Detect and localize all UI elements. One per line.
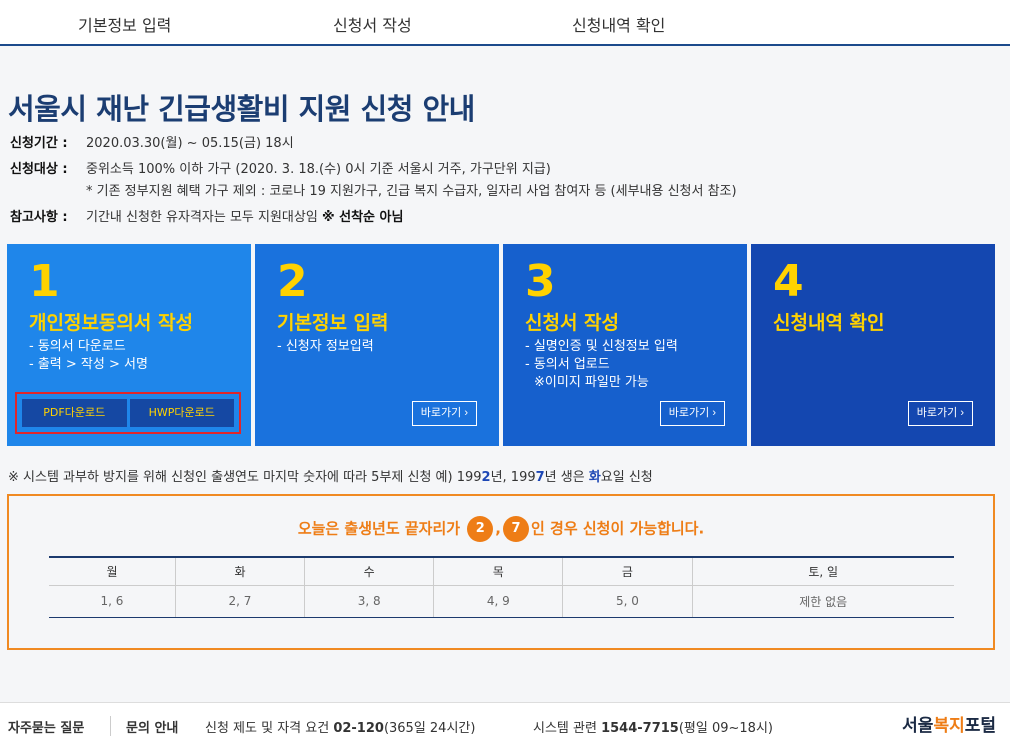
info-target-note: * 기존 정부지원 혜택 가구 제외 : 코로나 19 지원가구, 긴급 복지 …: [86, 184, 737, 199]
contact-label: 문의 안내: [126, 721, 179, 736]
step-card-4: 4 신청내역 확인 바로가기 ›: [751, 244, 995, 446]
today-comma: ,: [495, 519, 501, 538]
table-header: 화: [174, 556, 305, 586]
step-number: 3: [525, 256, 556, 307]
step-title: 신청내역 확인: [773, 312, 885, 334]
step-desc: - 실명인증 및 신청정보 입력 - 동의서 업로드 ※이미지 파일만 가능: [525, 338, 678, 392]
step-title: 개인정보동의서 작성: [29, 312, 193, 334]
portal-logo[interactable]: 서울복지포털: [902, 711, 996, 736]
table-header: 수: [304, 556, 434, 586]
download-box: PDF다운로드 HWP다운로드: [15, 392, 241, 434]
policy-hours: (365일 24시간): [383, 721, 476, 736]
desc-line: ※이미지 파일만 가능: [534, 375, 649, 390]
table-cell: 3, 8: [304, 585, 434, 618]
table-row: 1, 6 2, 7 3, 8 4, 9 5, 0 제한 없음: [49, 585, 954, 618]
note-value: 기간내 신청한 유자격자는 모두 지원대상임: [86, 210, 318, 225]
table-cell: 4, 9: [433, 585, 563, 618]
tab-basic-info[interactable]: 기본정보 입력: [78, 12, 171, 36]
step-desc: - 동의서 다운로드 - 출력 > 작성 > 서명: [29, 338, 148, 374]
table-header: 금: [562, 556, 692, 586]
desc-line: - 동의서 업로드: [525, 357, 610, 372]
desc-line: - 실명인증 및 신청정보 입력: [525, 339, 678, 354]
step-desc: - 신청자 정보입력: [277, 338, 374, 356]
go-button-basic-info[interactable]: 바로가기 ›: [411, 401, 477, 426]
step-title: 신청서 작성: [525, 312, 620, 334]
step-number: 1: [29, 256, 60, 307]
top-nav: 기본정보 입력 신청서 작성 신청내역 확인: [0, 0, 1010, 46]
today-panel: 오늘은 출생년도 끝자리가 2,7인 경우 신청이 가능합니다. 월 화 수 목…: [7, 494, 995, 650]
period-label: 신청기간 :: [10, 136, 68, 151]
footer-divider: [110, 716, 111, 736]
system-contact: 시스템 관련 1544-7715(평일 09~18시): [533, 717, 773, 736]
notice-text: 년 생은: [544, 470, 589, 485]
digit-badge: 7: [503, 516, 529, 542]
step-number: 4: [773, 256, 804, 307]
desc-line: - 동의서 다운로드: [29, 339, 126, 354]
step-title: 기본정보 입력: [277, 312, 389, 334]
policy-phone: 02-120: [333, 721, 384, 736]
notice-day: 화: [588, 470, 601, 485]
notice-digit: 2: [481, 470, 491, 485]
today-headline: 오늘은 출생년도 끝자리가 2,7인 경우 신청이 가능합니다.: [9, 516, 993, 542]
info-target: 신청대상 : 중위소득 100% 이하 가구 (2020. 3. 18.(수) 0…: [10, 158, 551, 177]
logo-text: 복지: [933, 716, 965, 736]
table-header: 월: [49, 556, 176, 586]
table-header-row: 월 화 수 목 금 토, 일: [49, 556, 954, 586]
note-bold: ※ 선착순 아님: [321, 210, 404, 225]
system-label: 시스템 관련: [533, 721, 597, 736]
desc-line: - 신청자 정보입력: [277, 339, 374, 354]
pdf-download-button[interactable]: PDF다운로드: [22, 399, 127, 427]
rotation-notice: ※ 시스템 과부하 방지를 위해 신청인 출생연도 마지막 숫자에 따라 5부제…: [8, 466, 653, 485]
digit-badge: 2: [467, 516, 494, 542]
notice-text: 년, 199: [490, 470, 536, 485]
system-phone: 1544-7715: [601, 721, 679, 736]
table-cell: 5, 0: [562, 585, 692, 618]
table-header: 목: [433, 556, 563, 586]
go-button-application[interactable]: 바로가기 ›: [659, 401, 725, 426]
logo-text: 포털: [964, 716, 996, 736]
step-card-2: 2 기본정보 입력 - 신청자 정보입력 바로가기 ›: [255, 244, 499, 446]
hwp-download-button[interactable]: HWP다운로드: [129, 399, 234, 427]
logo-text: 서울: [902, 716, 934, 736]
tab-history[interactable]: 신청내역 확인: [572, 12, 665, 36]
table-cell: 2, 7: [174, 585, 305, 618]
table-cell: 제한 없음: [691, 585, 954, 618]
target-value: 중위소득 100% 이하 가구 (2020. 3. 18.(수) 0시 기준 서…: [86, 162, 551, 177]
target-label: 신청대상 :: [10, 162, 68, 177]
tab-application[interactable]: 신청서 작성: [333, 12, 412, 36]
info-note: 참고사항 : 기간내 신청한 유자격자는 모두 지원대상임 ※ 선착순 아님: [10, 206, 403, 225]
notice-text: ※ 시스템 과부하 방지를 위해 신청인 출생연도 마지막 숫자에 따라 5부제…: [8, 470, 482, 485]
info-period: 신청기간 : 2020.03.30(월) ~ 05.15(금) 18시: [10, 132, 294, 151]
notice-text: 요일 신청: [600, 470, 653, 485]
today-suffix: 인 경우 신청이 가능합니다.: [531, 519, 705, 538]
step-number: 2: [277, 256, 308, 307]
period-value: 2020.03.30(월) ~ 05.15(금) 18시: [86, 136, 294, 151]
table-cell: 1, 6: [49, 585, 176, 618]
go-button-history[interactable]: 바로가기 ›: [907, 401, 973, 426]
policy-label: 신청 제도 및 자격 요건: [205, 721, 330, 736]
schedule-table: 월 화 수 목 금 토, 일 1, 6 2, 7 3, 8 4, 9 5, 0 …: [49, 556, 954, 618]
today-prefix: 오늘은 출생년도 끝자리가: [297, 519, 461, 538]
notice-digit: 7: [535, 470, 545, 485]
system-hours: (평일 09~18시): [678, 721, 773, 736]
footer: 자주묻는 질문 문의 안내 신청 제도 및 자격 요건 02-120(365일 …: [0, 702, 1010, 753]
policy-contact: 신청 제도 및 자격 요건 02-120(365일 24시간): [205, 717, 475, 736]
faq-link[interactable]: 자주묻는 질문: [8, 717, 84, 736]
step-card-3: 3 신청서 작성 - 실명인증 및 신청정보 입력 - 동의서 업로드 ※이미지…: [503, 244, 747, 446]
desc-line: - 출력 > 작성 > 서명: [29, 357, 148, 372]
table-header: 토, 일: [691, 556, 954, 586]
page-title: 서울시 재난 긴급생활비 지원 신청 안내: [8, 92, 475, 126]
note-label: 참고사항 :: [10, 210, 68, 225]
